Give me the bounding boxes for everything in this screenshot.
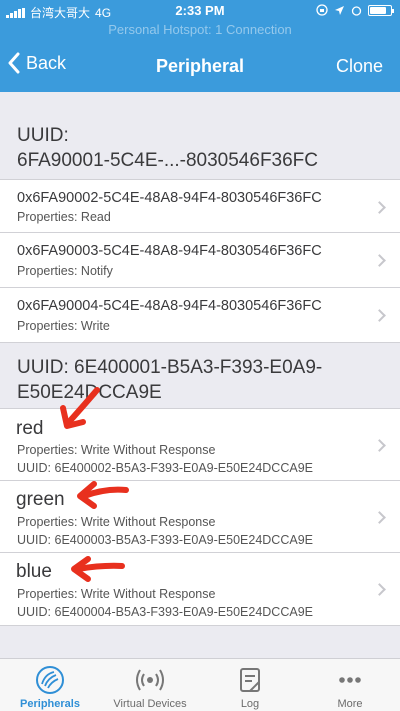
log-icon	[240, 668, 260, 692]
annotation-arrow-icon	[60, 387, 100, 429]
characteristic-row[interactable]: 0x6FA90004-5C4E-48A8-94F4-8030546F36FC P…	[0, 288, 400, 343]
characteristic-uuid: UUID: 6E400003-B5A3-F393-E0A9-E50E24DCCA…	[17, 533, 313, 547]
chevron-right-icon	[373, 511, 386, 524]
chevron-right-icon	[373, 583, 386, 596]
characteristic-properties: Properties: Read	[17, 210, 111, 224]
service-uuid-line1: UUID:	[17, 125, 69, 146]
tab-log[interactable]: Log	[200, 659, 300, 711]
tab-label: Virtual Devices	[113, 698, 187, 710]
characteristic-uuid: 0x6FA90002-5C4E-48A8-94F4-8030546F36FC	[17, 190, 322, 206]
navigation-bar: Back Peripheral Clone	[0, 44, 400, 88]
characteristic-properties: Properties: Write Without Response	[17, 515, 216, 529]
status-bar: 台湾大哥大 4G 2:33 PM	[0, 0, 400, 22]
characteristic-uuid: UUID: 6E400004-B5A3-F393-E0A9-E50E24DCCA…	[17, 605, 313, 619]
characteristic-properties: Properties: Write Without Response	[17, 443, 216, 457]
characteristic-properties: Properties: Write	[17, 319, 110, 333]
characteristic-row[interactable]: 0x6FA90003-5C4E-48A8-94F4-8030546F36FC P…	[0, 233, 400, 288]
tab-peripherals[interactable]: Peripherals	[0, 659, 100, 711]
tab-bar: Peripherals Virtual Devices Log More	[0, 658, 400, 711]
hotspot-banner[interactable]: Personal Hotspot: 1 Connection	[0, 22, 400, 40]
chevron-right-icon	[373, 309, 386, 322]
service-uuid-line2: 6FA90001-5C4E-...-8030546F36FC	[17, 150, 319, 171]
chevron-right-icon	[373, 254, 386, 267]
more-icon	[339, 677, 361, 683]
orientation-lock-icon	[316, 4, 328, 16]
location-icon	[335, 5, 344, 15]
characteristic-uuid: UUID: 6E400002-B5A3-F393-E0A9-E50E24DCCA…	[17, 461, 313, 475]
broadcast-icon	[136, 669, 164, 691]
annotation-arrow-icon	[77, 481, 129, 509]
tab-label: More	[337, 698, 363, 710]
chevron-right-icon	[373, 201, 386, 214]
characteristic-uuid: 0x6FA90004-5C4E-48A8-94F4-8030546F36FC	[17, 298, 322, 314]
characteristic-name: red	[16, 418, 44, 439]
service-uuid-line1: UUID: 6E400001-B5A3-F393-E0A9-	[17, 357, 323, 378]
peripheral-content[interactable]: UUID: 6FA90001-5C4E-...-8030546F36FC 0x6…	[0, 92, 400, 658]
top-bar: 台湾大哥大 4G 2:33 PM Personal Hotspot: 1 Con…	[0, 0, 400, 92]
clone-button[interactable]: Clone	[336, 56, 383, 77]
characteristic-row[interactable]: 0x6FA90002-5C4E-48A8-94F4-8030546F36FC P…	[0, 179, 400, 233]
characteristic-row-blue[interactable]: blue Properties: Write Without Response …	[0, 553, 400, 626]
characteristic-uuid: 0x6FA90003-5C4E-48A8-94F4-8030546F36FC	[17, 243, 322, 259]
characteristic-properties: Properties: Notify	[17, 264, 113, 278]
annotation-arrow-icon	[71, 556, 125, 582]
characteristic-row-green[interactable]: green Properties: Write Without Response…	[0, 481, 400, 553]
tab-more[interactable]: More	[300, 659, 400, 711]
characteristic-properties: Properties: Write Without Response	[17, 587, 216, 601]
service-header-1: UUID: 6FA90001-5C4E-...-8030546F36FC	[0, 123, 400, 173]
status-right	[316, 4, 394, 16]
chevron-right-icon	[373, 439, 386, 452]
alarm-icon	[351, 5, 362, 16]
tab-virtual-devices[interactable]: Virtual Devices	[100, 659, 200, 711]
tab-label: Log	[240, 698, 260, 710]
characteristic-name: green	[16, 489, 65, 510]
peripherals-icon	[36, 666, 64, 694]
battery-icon	[368, 4, 394, 16]
characteristic-name: blue	[16, 561, 52, 582]
tab-label: Peripherals	[20, 698, 80, 710]
